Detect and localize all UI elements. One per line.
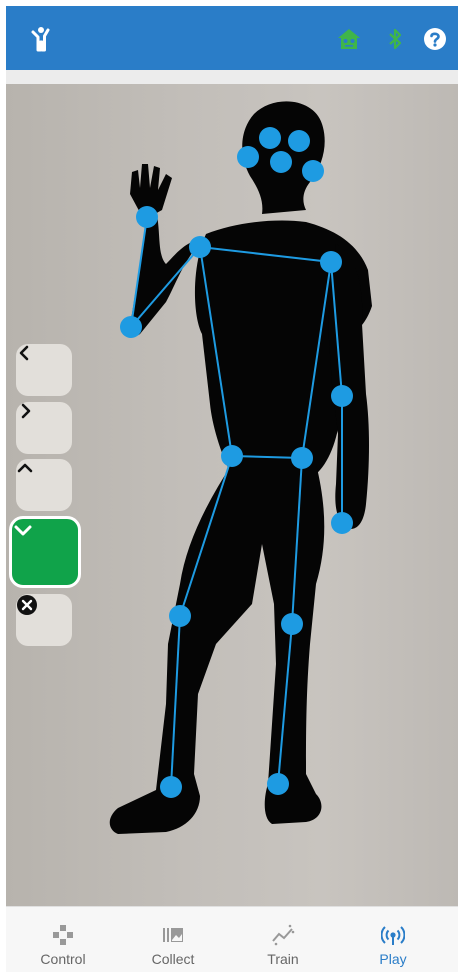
tab-control[interactable]: Control (8, 907, 118, 972)
keypoint-left-hip (291, 447, 313, 469)
keypoint-right-knee (169, 605, 191, 627)
close-icon (17, 595, 37, 615)
chevron-down-icon (14, 525, 32, 536)
keypoint-left-shoulder (320, 251, 342, 273)
chevron-up-icon (17, 463, 33, 473)
right-button[interactable] (16, 402, 72, 454)
tab-train-label: Train (267, 951, 299, 967)
keypoint-left-knee (281, 613, 303, 635)
chevron-left-icon (19, 345, 29, 361)
header-divider (6, 70, 458, 84)
pose-overlay (109, 101, 372, 834)
stop-button[interactable] (16, 594, 72, 646)
keypoint-nose (270, 151, 292, 173)
bottom-nav: Control Collect Train Play (6, 906, 458, 972)
keypoint-right-wrist (136, 206, 158, 228)
tab-play[interactable]: Play (338, 907, 448, 972)
left-button[interactable] (16, 344, 72, 396)
tab-control-label: Control (40, 951, 86, 967)
help-icon[interactable] (422, 26, 448, 52)
chart-icon (272, 924, 295, 946)
keypoint-left-elbow (331, 385, 353, 407)
keypoint-right-elbow (120, 316, 142, 338)
gamepad-icon (53, 925, 73, 945)
tab-train[interactable]: Train (228, 907, 338, 972)
app-frame: Control Collect Train Play (6, 6, 458, 972)
tab-play-label: Play (379, 951, 407, 967)
keypoint-left-ankle (267, 773, 289, 795)
broadcast-icon (381, 926, 405, 945)
up-button[interactable] (16, 459, 72, 511)
tab-collect-label: Collect (151, 951, 195, 967)
keypoint-right-ear (302, 160, 324, 182)
keypoint-left-ear (237, 146, 259, 168)
keypoint-left-eye (259, 127, 281, 149)
gallery-icon (163, 928, 183, 942)
camera-view (6, 84, 458, 906)
person-pose-icon[interactable] (28, 26, 54, 52)
top-bar (6, 6, 458, 70)
bluetooth-icon[interactable] (382, 26, 408, 52)
robot-icon[interactable] (336, 26, 362, 52)
down-button[interactable] (9, 516, 81, 588)
keypoint-right-shoulder (189, 236, 211, 258)
tab-collect[interactable]: Collect (118, 907, 228, 972)
chevron-right-icon (21, 403, 31, 419)
keypoint-right-ankle (160, 776, 182, 798)
keypoint-left-wrist (331, 512, 353, 534)
keypoint-right-hip (221, 445, 243, 467)
keypoint-right-eye (288, 130, 310, 152)
